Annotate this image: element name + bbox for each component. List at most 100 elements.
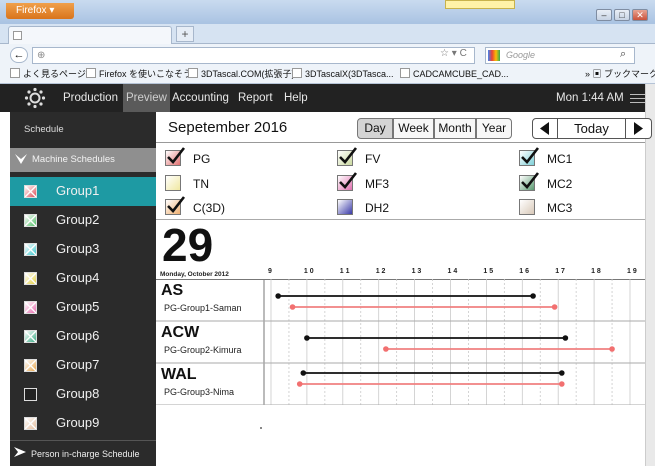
filter-checkbox-dh2[interactable] — [337, 199, 353, 215]
new-tab-button[interactable]: + — [176, 26, 194, 42]
hour-tick-label: 9 — [268, 268, 272, 275]
star-icon[interactable]: ☆ — [440, 48, 449, 59]
today-button[interactable]: Today — [558, 118, 626, 139]
hour-tick-label: 1 8 — [591, 268, 601, 275]
bookmark-icon — [400, 68, 410, 78]
browser-tab[interactable] — [8, 26, 172, 44]
hour-tick-label: 1 5 — [483, 268, 494, 275]
maximize-button[interactable]: □ — [614, 9, 630, 21]
url-input[interactable]: ⊕ — [32, 47, 475, 64]
hour-tick-label: 1 7 — [555, 268, 565, 275]
app-logo-icon[interactable] — [24, 87, 46, 109]
view-week-button[interactable]: Week — [393, 118, 434, 139]
page-scrollbar[interactable] — [645, 84, 655, 466]
google-icon[interactable] — [488, 50, 500, 61]
bookmark-item[interactable]: CADCAMCUBE_CAD... — [400, 68, 509, 81]
schedule-end-point[interactable] — [551, 304, 558, 310]
filter-label: MF3 — [365, 177, 389, 191]
filter-checkbox-mc3[interactable] — [519, 199, 535, 215]
menu-production[interactable]: Production — [60, 84, 121, 112]
filter-label: DH2 — [365, 201, 390, 215]
schedule-end-point[interactable] — [562, 335, 569, 341]
search-input[interactable]: Google — [485, 47, 635, 64]
schedule-start-point[interactable] — [296, 381, 303, 387]
checkmark-icon — [521, 172, 540, 189]
filter-checkbox-mf3[interactable] — [337, 172, 358, 191]
hour-tick-label: 1 4 — [447, 268, 458, 275]
previous-button[interactable] — [532, 118, 558, 139]
search-icon[interactable]: ⌕ — [620, 48, 626, 61]
checkmark-icon — [339, 147, 358, 164]
menu-preview[interactable]: Preview — [123, 84, 170, 112]
cross-icon — [24, 359, 37, 372]
cross-icon — [24, 243, 37, 256]
group-color-icon — [24, 272, 37, 285]
menu-accounting[interactable]: Accounting — [169, 84, 232, 112]
group-color-icon — [24, 214, 37, 227]
hour-tick-label: 1 2 — [375, 268, 386, 275]
schedule-end-point[interactable] — [558, 370, 565, 376]
sidebar-item-label: Group4 — [56, 270, 100, 285]
firefox-menu-button[interactable]: Firefox ▾ — [6, 3, 74, 19]
bookmark-item[interactable]: よく見るページ — [10, 68, 86, 81]
tab-favicon-icon — [13, 31, 22, 40]
schedule-start-point[interactable] — [275, 293, 281, 299]
filter-checkbox-fv[interactable] — [337, 147, 358, 166]
chevron-down-icon — [15, 154, 27, 164]
menu-help[interactable]: Help — [281, 84, 311, 112]
bookmark-item[interactable]: 3DTascalX(3DTasca... — [292, 68, 394, 81]
filter-label: C(3D) — [193, 201, 225, 215]
bookmark-item[interactable]: Firefox を使いこなそう — [86, 68, 192, 81]
filter-label: PG — [193, 152, 211, 166]
cross-icon — [24, 185, 37, 198]
view-year-button[interactable]: Year — [476, 118, 512, 139]
group-color-icon — [24, 301, 37, 314]
schedule-start-point[interactable] — [289, 304, 296, 310]
filter-checkbox-mc2[interactable] — [519, 172, 540, 191]
next-button[interactable] — [626, 118, 652, 139]
person-schedule-label: Person in-charge Schedule — [31, 449, 140, 459]
checkmark-icon — [339, 172, 358, 189]
menu-report[interactable]: Report — [235, 84, 276, 112]
bookmark-label: 3DTascalX(3DTasca... — [305, 69, 394, 79]
dropdown-icon[interactable]: ▾ — [452, 48, 457, 59]
schedule-start-point[interactable] — [383, 346, 389, 352]
hour-tick-label: 1 1 — [339, 268, 350, 275]
hour-tick-label: 1 9 — [627, 268, 637, 275]
hamburger-menu-icon[interactable] — [630, 94, 646, 103]
resource-subtitle: PG-Group2-Kimura — [164, 345, 242, 355]
filter-checkbox-tn[interactable] — [165, 175, 181, 191]
bookmark-label: よく見るページ — [23, 69, 86, 79]
schedule-start-point[interactable] — [300, 370, 307, 376]
arrow-right-icon — [634, 122, 643, 135]
header-divider — [156, 142, 645, 143]
close-window-button[interactable]: ✕ — [632, 9, 648, 21]
schedule-end-point[interactable] — [558, 381, 565, 387]
sidebar-item-label: Group2 — [56, 212, 100, 227]
view-month-button[interactable]: Month — [434, 118, 476, 139]
sidebar-item-label: Group9 — [56, 415, 100, 430]
filter-divider — [156, 219, 645, 220]
bookmark-label: 3DTascal.COM(拡張子) — [201, 69, 295, 79]
sidebar-item-label: Group6 — [56, 328, 100, 343]
schedule-start-point[interactable] — [304, 335, 310, 341]
reload-icon[interactable]: C — [460, 48, 467, 59]
sidebar-item-label: Group8 — [56, 386, 100, 401]
filter-checkbox-c3d[interactable] — [165, 196, 186, 215]
resource-subtitle: PG-Group3-Nima — [164, 387, 235, 397]
filter-checkbox-pg[interactable] — [165, 147, 186, 166]
url-actions[interactable]: ☆ ▾ C — [440, 48, 467, 59]
minimize-button[interactable]: – — [596, 9, 612, 21]
resource-code: AS — [161, 282, 184, 299]
bookmark-item[interactable]: 3DTascal.COM(拡張子) — [188, 68, 295, 81]
back-arrow-icon[interactable]: ← — [10, 47, 28, 63]
filter-checkbox-mc1[interactable] — [519, 147, 540, 166]
filter-label: TN — [193, 177, 209, 191]
schedule-end-point[interactable] — [609, 346, 615, 352]
view-day-button[interactable]: Day — [357, 118, 393, 139]
group-color-icon — [24, 359, 37, 372]
schedule-end-point[interactable] — [530, 293, 536, 299]
bookmarks-menu[interactable]: » ▣ ブックマーク — [585, 68, 655, 81]
sidebar-item-label: Group7 — [56, 357, 100, 372]
hour-tick-label: 1 6 — [519, 268, 530, 275]
